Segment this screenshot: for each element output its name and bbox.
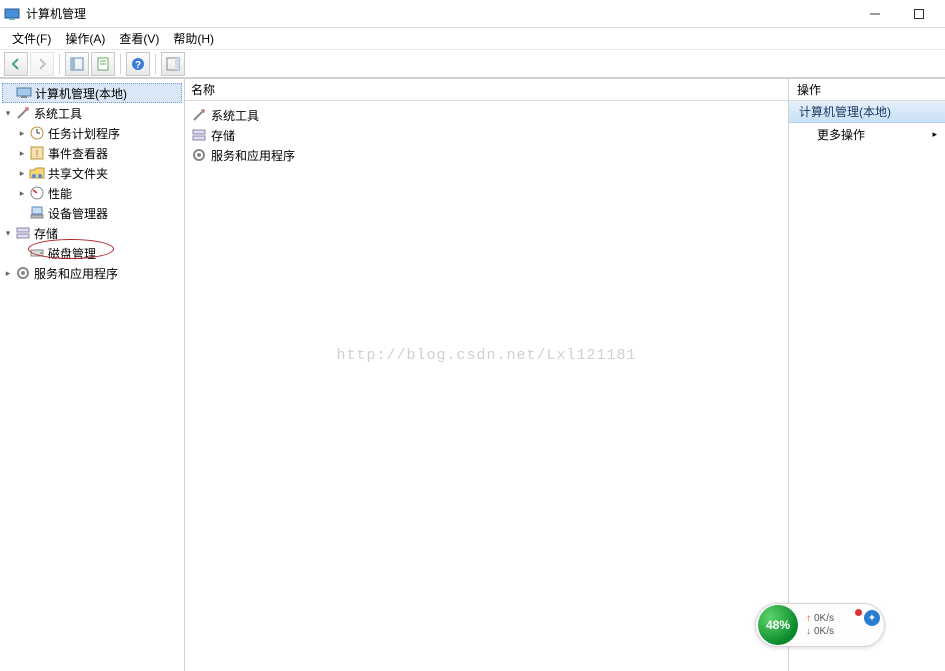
window-title: 计算机管理 <box>26 5 86 22</box>
tree-node-label: 事件查看器 <box>48 145 108 162</box>
minimize-button[interactable] <box>853 1 897 27</box>
cpu-percent-value: 48% <box>766 618 790 632</box>
toolbar-back-button[interactable] <box>4 52 28 76</box>
actions-pane: 操作 计算机管理(本地) 更多操作 ▸ <box>789 79 945 671</box>
maximize-button[interactable] <box>897 1 941 27</box>
watermark-text: http://blog.csdn.net/Lxl121181 <box>336 347 636 364</box>
menu-action[interactable]: 操作(A) <box>59 28 111 49</box>
chevron-right-icon: ▸ <box>932 129 937 140</box>
expander-closed-icon[interactable]: ▸ <box>16 188 28 199</box>
storage-icon <box>15 225 31 241</box>
expander-open-icon[interactable]: ▾ <box>2 228 14 239</box>
content-list: 系统工具 存储 服务和应用程序 <box>185 101 788 169</box>
clock-icon <box>29 125 45 141</box>
svg-text:?: ? <box>135 60 141 71</box>
svg-text:!: ! <box>36 149 39 160</box>
app-icon <box>4 6 20 22</box>
actions-more-label: 更多操作 <box>817 126 865 143</box>
storage-icon <box>191 127 207 143</box>
tree-node-storage[interactable]: ▾ 存储 <box>2 223 182 243</box>
toolbar-separator <box>155 54 156 74</box>
upload-arrow-icon: ↑ <box>806 613 811 624</box>
list-item-services-apps[interactable]: 服务和应用程序 <box>185 145 788 165</box>
download-arrow-icon: ↓ <box>806 626 811 637</box>
notification-dot-icon <box>855 609 862 616</box>
list-item-system-tools[interactable]: 系统工具 <box>185 105 788 125</box>
expander-closed-icon[interactable]: ▸ <box>16 168 28 179</box>
computer-icon <box>16 85 32 101</box>
list-item-label: 系统工具 <box>211 107 259 124</box>
tree-node-root[interactable]: 计算机管理(本地) <box>2 83 182 103</box>
expander-closed-icon[interactable]: ▸ <box>2 268 14 279</box>
tools-icon <box>15 105 31 121</box>
toolbar: ? <box>0 50 945 78</box>
tree-node-label: 服务和应用程序 <box>34 265 118 282</box>
tree-pane[interactable]: 计算机管理(本地) ▾ 系统工具 ▸ 任务计划程序 ▸ ! <box>0 79 185 671</box>
actions-header: 操作 <box>789 79 945 101</box>
actions-more-link[interactable]: 更多操作 ▸ <box>789 123 945 145</box>
toolbar-help-button[interactable]: ? <box>126 52 150 76</box>
tree-node-label: 存储 <box>34 225 58 242</box>
toolbar-show-hide-tree-button[interactable] <box>65 52 89 76</box>
menu-file[interactable]: 文件(F) <box>6 28 57 49</box>
tree-node-services-apps[interactable]: ▸ 服务和应用程序 <box>2 263 182 283</box>
column-header-name[interactable]: 名称 <box>185 79 788 101</box>
navigation-tree: 计算机管理(本地) ▾ 系统工具 ▸ 任务计划程序 ▸ ! <box>0 81 184 285</box>
network-monitor-widget[interactable]: 48% ↑ 0K/s ↓ 0K/s ✦ <box>755 603 885 647</box>
performance-icon <box>29 185 45 201</box>
toolbar-properties-button[interactable] <box>91 52 115 76</box>
titlebar: 计算机管理 <box>0 0 945 28</box>
tree-node-shared-folders[interactable]: ▸ 共享文件夹 <box>2 163 182 183</box>
expander-closed-icon[interactable]: ▸ <box>16 148 28 159</box>
shared-folder-icon <box>29 165 45 181</box>
tree-node-label: 性能 <box>48 185 72 202</box>
tree-node-event-viewer[interactable]: ▸ ! 事件查看器 <box>2 143 182 163</box>
menu-view[interactable]: 查看(V) <box>113 28 165 49</box>
tools-icon <box>191 107 207 123</box>
services-icon <box>15 265 31 281</box>
toolbar-action-pane-button[interactable] <box>161 52 185 76</box>
expander-open-icon[interactable]: ▾ <box>2 108 14 119</box>
tree-node-label: 磁盘管理 <box>48 245 96 262</box>
services-icon <box>191 147 207 163</box>
list-item-label: 存储 <box>211 127 235 144</box>
list-item-storage[interactable]: 存储 <box>185 125 788 145</box>
tree-node-task-scheduler[interactable]: ▸ 任务计划程序 <box>2 123 182 143</box>
expander-closed-icon[interactable]: ▸ <box>16 128 28 139</box>
window-controls <box>853 1 941 27</box>
tree-node-label: 共享文件夹 <box>48 165 108 182</box>
device-icon <box>29 205 45 221</box>
toolbar-separator <box>120 54 121 74</box>
tree-node-device-manager[interactable]: 设备管理器 <box>2 203 182 223</box>
expand-widget-button[interactable]: ✦ <box>864 610 880 626</box>
main-area: 计算机管理(本地) ▾ 系统工具 ▸ 任务计划程序 ▸ ! <box>0 78 945 671</box>
tree-node-label: 设备管理器 <box>48 205 108 222</box>
content-pane[interactable]: 名称 系统工具 存储 服务和应用程序 http://blog.cs <box>185 79 789 671</box>
tree-node-disk-management[interactable]: 磁盘管理 <box>2 243 182 263</box>
tree-node-performance[interactable]: ▸ 性能 <box>2 183 182 203</box>
tree-node-label: 系统工具 <box>34 105 82 122</box>
download-speed: 0K/s <box>814 626 834 637</box>
menu-help[interactable]: 帮助(H) <box>167 28 220 49</box>
tree-node-label: 计算机管理(本地) <box>35 85 127 102</box>
toolbar-forward-button[interactable] <box>30 52 54 76</box>
tree-node-system-tools[interactable]: ▾ 系统工具 <box>2 103 182 123</box>
toolbar-separator <box>59 54 60 74</box>
list-item-label: 服务和应用程序 <box>211 147 295 164</box>
event-icon: ! <box>29 145 45 161</box>
disk-icon <box>29 245 45 261</box>
actions-selection[interactable]: 计算机管理(本地) <box>789 101 945 123</box>
tree-node-label: 任务计划程序 <box>48 125 120 142</box>
cpu-percent-ball[interactable]: 48% <box>758 605 798 645</box>
upload-speed: 0K/s <box>814 613 834 624</box>
menubar: 文件(F) 操作(A) 查看(V) 帮助(H) <box>0 28 945 50</box>
